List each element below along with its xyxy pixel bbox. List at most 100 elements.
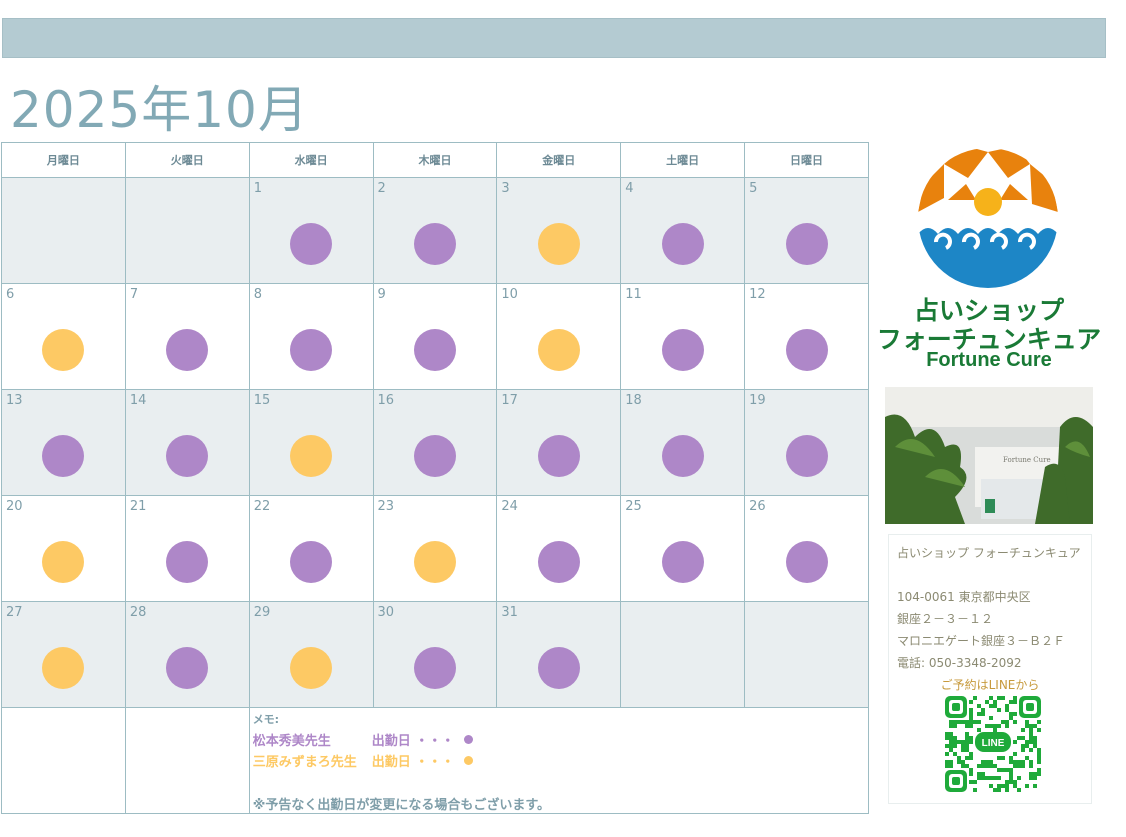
day-cell[interactable]: 27 [1, 601, 126, 708]
qr-module [1001, 720, 1005, 724]
day-cell[interactable]: 14 [124, 389, 250, 496]
day-cell[interactable]: 25 [620, 495, 746, 602]
qr-module [961, 740, 965, 744]
day-cell[interactable]: 19 [744, 389, 869, 496]
week-row: 13 14 15 16 17 18 19 [1, 389, 869, 496]
day-cell[interactable]: 16 [372, 389, 498, 496]
day-cell[interactable]: 7 [124, 283, 250, 390]
qr-module [973, 696, 977, 700]
qr-module [953, 720, 957, 724]
day-cell[interactable]: 26 [744, 495, 869, 602]
qr-module [945, 760, 949, 764]
mihara-workday-dot [413, 541, 456, 583]
day-number: 11 [625, 287, 642, 302]
day-cell[interactable]: 4 [620, 177, 746, 284]
qr-module [961, 760, 965, 764]
qr-module [1033, 724, 1037, 728]
matsumoto-workday-dot [413, 435, 456, 477]
matsumoto-workday-dot [785, 223, 828, 265]
day-cell[interactable]: 10 [496, 283, 622, 390]
day-cell[interactable] [744, 601, 869, 708]
qr-module [1001, 696, 1005, 700]
qr-module [1033, 776, 1037, 780]
day-cell[interactable]: 1 [248, 177, 374, 284]
mihara-workday-dot [290, 647, 333, 689]
matsumoto-workday-dot [413, 223, 456, 265]
day-cell[interactable]: 30 [372, 601, 498, 708]
calendar: 月曜日 火曜日 水曜日 木曜日 金曜日 土曜日 日曜日 1 2 3 4 5 6 7 8 9 10 1… [1, 142, 870, 814]
qr-module [969, 772, 973, 776]
day-number: 30 [377, 605, 395, 620]
qr-module [1009, 768, 1013, 772]
day-cell[interactable]: 15 [248, 389, 374, 496]
qr-module [1013, 720, 1017, 724]
day-cell[interactable]: 9 [372, 283, 498, 390]
day-cell[interactable]: 6 [1, 283, 126, 390]
qr-module [1025, 720, 1029, 724]
day-number: 17 [501, 393, 518, 408]
matsumoto-workday-dot [785, 435, 828, 477]
matsumoto-workday-dot [413, 647, 456, 689]
day-cell[interactable] [124, 177, 250, 284]
qr-module [969, 724, 973, 728]
qr-module [1037, 756, 1041, 760]
day-cell[interactable]: 17 [496, 389, 622, 496]
teacher-name-matsumoto: 松本秀美先生 [252, 734, 331, 749]
qr-module [945, 752, 949, 756]
day-cell[interactable]: 28 [124, 601, 250, 708]
day-cell[interactable]: 29 [248, 601, 374, 708]
day-cell[interactable]: 13 [1, 389, 126, 496]
header-bar [2, 18, 1106, 58]
mihara-workday-dot [42, 329, 85, 371]
mihara-workday-dot [42, 541, 85, 583]
weekday-saturday: 土曜日 [620, 142, 746, 178]
matsumoto-workday-dot [290, 541, 333, 583]
qr-module [969, 716, 973, 720]
weekday-header-row: 月曜日 火曜日 水曜日 木曜日 金曜日 土曜日 日曜日 [1, 142, 869, 178]
day-cell[interactable]: 20 [1, 495, 126, 602]
qr-module [1021, 744, 1025, 748]
qr-module [973, 720, 977, 724]
qr-module [1033, 740, 1037, 744]
qr-module [1025, 724, 1029, 728]
day-cell[interactable]: 5 [744, 177, 869, 284]
line-qr-code-icon[interactable]: LINE [945, 696, 1041, 792]
qr-module [1017, 760, 1021, 764]
qr-module [1037, 772, 1041, 776]
day-cell[interactable]: 18 [620, 389, 746, 496]
day-cell[interactable] [620, 601, 746, 708]
day-number: 25 [625, 499, 642, 514]
day-cell[interactable]: 31 [496, 601, 622, 708]
matsumoto-workday-dot [537, 647, 580, 689]
day-cell[interactable] [1, 177, 126, 284]
day-cell[interactable]: 23 [372, 495, 498, 602]
day-cell[interactable]: 2 [372, 177, 498, 284]
qr-module [957, 760, 961, 764]
day-cell[interactable]: 11 [620, 283, 746, 390]
qr-module [985, 764, 989, 768]
qr-module [1005, 768, 1009, 772]
day-cell[interactable]: 8 [248, 283, 374, 390]
day-number: 13 [6, 393, 23, 408]
day-cell[interactable]: 21 [124, 495, 250, 602]
info-phone: 電話: 050-3348-2092 [897, 656, 1022, 670]
day-cell[interactable]: 12 [744, 283, 869, 390]
day-cell[interactable]: 22 [248, 495, 374, 602]
mihara-workday-dot [290, 435, 333, 477]
qr-module [1021, 748, 1025, 752]
day-number: 19 [749, 393, 766, 408]
qr-module [953, 724, 957, 728]
day-number: 27 [6, 605, 23, 620]
day-cell[interactable]: 24 [496, 495, 622, 602]
qr-module [1037, 752, 1041, 756]
qr-module [985, 760, 989, 764]
qr-module [997, 784, 1001, 788]
day-cell[interactable]: 3 [496, 177, 622, 284]
qr-module [969, 752, 973, 756]
day-number: 10 [501, 287, 518, 302]
memo-text: 出勤日 ・・・ [371, 755, 455, 770]
matsumoto-workday-dot [166, 541, 209, 583]
matsumoto-workday-dot [413, 329, 456, 371]
qr-module [993, 788, 997, 792]
qr-module [989, 784, 993, 788]
